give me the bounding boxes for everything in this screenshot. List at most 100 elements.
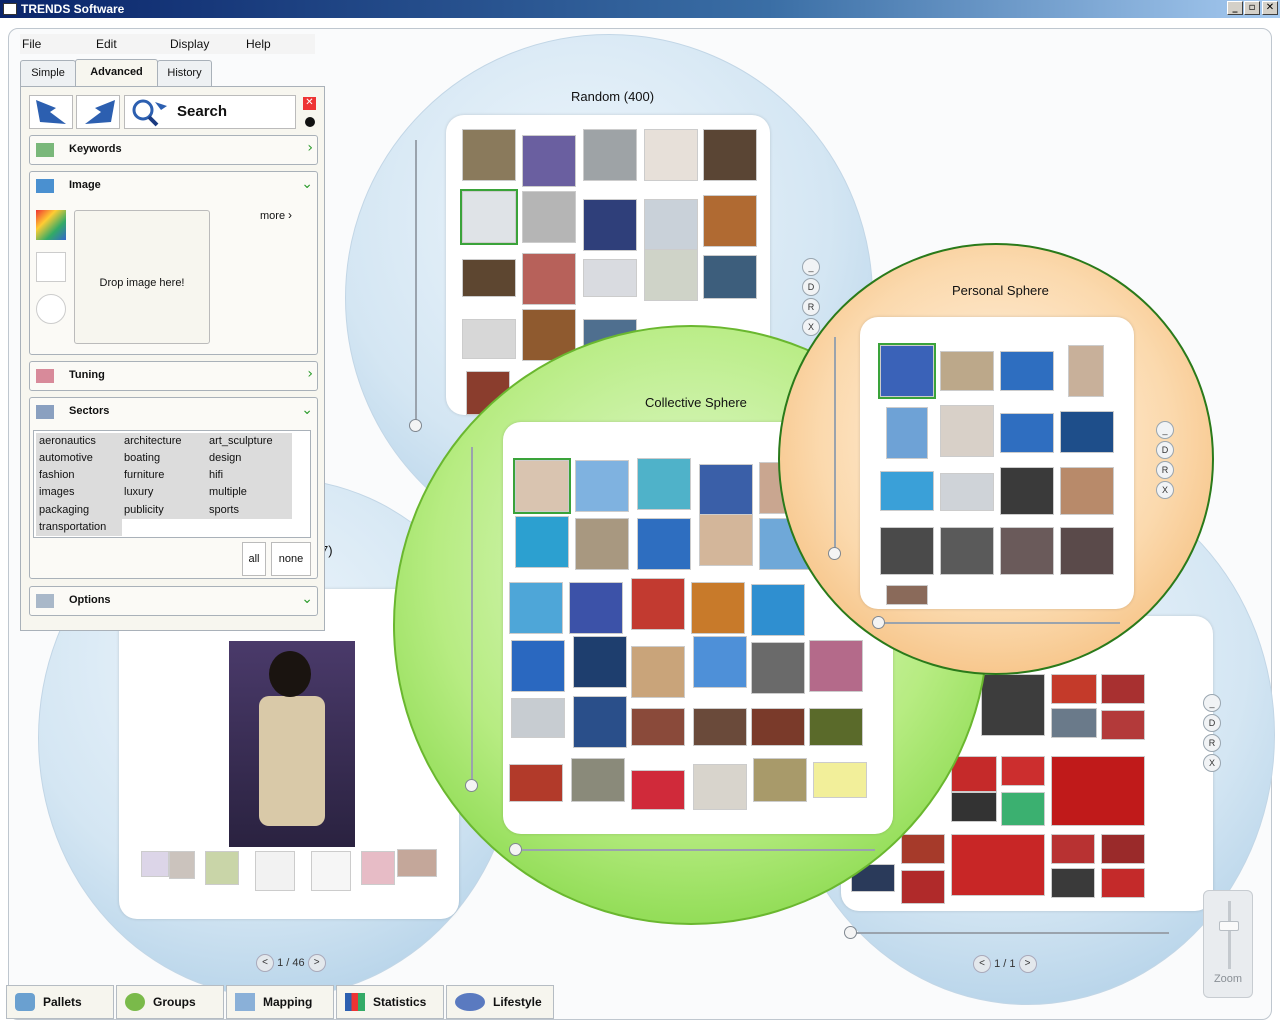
sector-boating[interactable]: boating	[124, 452, 160, 464]
sphere-detach-control[interactable]: D	[1203, 714, 1221, 732]
sphere-close-control[interactable]: X	[1203, 754, 1221, 772]
image-thumbnail[interactable]	[691, 582, 745, 634]
sector-packaging[interactable]: packaging	[39, 504, 89, 516]
sphere-reset-control[interactable]: R	[1156, 461, 1174, 479]
image-thumbnail[interactable]	[575, 460, 629, 512]
image-thumbnail[interactable]	[311, 851, 351, 891]
sector-design[interactable]: design	[209, 452, 241, 464]
options-section[interactable]: Options ⌄	[29, 586, 318, 616]
image-thumbnail[interactable]	[751, 708, 805, 746]
tab-simple[interactable]: Simple	[20, 60, 76, 86]
sphere-close-control[interactable]: X	[1156, 481, 1174, 499]
keywords-section[interactable]: Keywords ›	[29, 135, 318, 165]
image-thumbnail[interactable]	[511, 698, 565, 738]
personal-horizontal-slider[interactable]	[880, 622, 1120, 624]
record-icon[interactable]	[305, 117, 315, 127]
image-thumbnail[interactable]	[1051, 708, 1097, 738]
select-all-button[interactable]: all	[242, 542, 266, 576]
image-section-header[interactable]: Image ⌄	[30, 172, 317, 200]
search-button[interactable]: Search	[124, 95, 296, 129]
back-button[interactable]	[29, 95, 73, 129]
menu-help[interactable]: Help	[246, 37, 271, 51]
shape-icon[interactable]	[36, 294, 66, 324]
image-thumbnail[interactable]	[1051, 868, 1095, 898]
maximize-button[interactable]: ▫	[1244, 1, 1260, 15]
image-thumbnail[interactable]	[753, 758, 807, 802]
image-thumbnail[interactable]	[1001, 792, 1045, 826]
next-page-button[interactable]: >	[307, 954, 326, 973]
chevron-down-icon[interactable]: ⌄	[301, 176, 313, 192]
image-thumbnail[interactable]	[693, 636, 747, 688]
image-thumbnail[interactable]	[951, 834, 1045, 896]
image-thumbnail[interactable]	[571, 758, 625, 802]
image-thumbnail[interactable]	[631, 770, 685, 810]
image-thumbnail[interactable]	[573, 636, 627, 688]
image-thumbnail[interactable]	[940, 527, 994, 575]
image-thumbnail[interactable]	[703, 195, 757, 247]
image-thumbnail[interactable]	[460, 189, 518, 245]
image-thumbnail[interactable]	[631, 578, 685, 630]
image-thumbnail[interactable]	[583, 129, 637, 181]
image-thumbnail[interactable]	[940, 473, 994, 511]
automotive-slider-knob[interactable]	[844, 926, 857, 939]
sphere-minimize-control[interactable]: _	[802, 258, 820, 276]
sphere-detach-control[interactable]: D	[1156, 441, 1174, 459]
sector-luxury[interactable]: luxury	[124, 486, 153, 498]
image-thumbnail[interactable]	[751, 642, 805, 694]
sector-publicity[interactable]: publicity	[124, 504, 164, 516]
image-thumbnail[interactable]	[255, 851, 295, 891]
personal-horizontal-knob[interactable]	[872, 616, 885, 629]
image-thumbnail[interactable]	[886, 407, 928, 459]
sector-hifi[interactable]: hifi	[209, 469, 223, 481]
image-thumbnail[interactable]	[699, 514, 753, 566]
tab-statistics[interactable]: Statistics	[336, 985, 444, 1019]
image-thumbnail[interactable]	[813, 762, 867, 798]
menu-display[interactable]: Display	[170, 37, 209, 51]
image-thumbnail[interactable]	[1000, 467, 1054, 515]
color-palette-icon[interactable]	[36, 210, 66, 240]
image-thumbnail[interactable]	[901, 870, 945, 904]
image-thumbnail[interactable]	[631, 646, 685, 698]
image-thumbnail[interactable]	[169, 851, 195, 879]
chevron-right-icon[interactable]: ›	[307, 140, 313, 156]
random-vertical-slider[interactable]	[415, 140, 417, 432]
image-thumbnail[interactable]	[751, 584, 805, 636]
image-thumbnail[interactable]	[462, 129, 516, 181]
image-thumbnail[interactable]	[644, 129, 698, 181]
image-thumbnail[interactable]	[575, 518, 629, 570]
minimize-button[interactable]: _	[1227, 1, 1243, 15]
image-thumbnail[interactable]	[1051, 834, 1095, 864]
image-thumbnail[interactable]	[940, 405, 994, 457]
image-thumbnail[interactable]	[1101, 834, 1145, 864]
tab-mapping[interactable]: Mapping	[226, 985, 334, 1019]
random-slider-knob[interactable]	[409, 419, 422, 432]
sphere-minimize-control[interactable]: _	[1156, 421, 1174, 439]
image-thumbnail[interactable]	[583, 199, 637, 251]
zoom-track[interactable]	[1228, 901, 1231, 969]
sector-furniture[interactable]: furniture	[124, 469, 164, 481]
image-thumbnail[interactable]	[693, 764, 747, 810]
image-thumbnail[interactable]	[703, 129, 757, 181]
tuning-section[interactable]: Tuning ›	[29, 361, 318, 391]
menu-file[interactable]: File	[22, 37, 41, 51]
image-thumbnail[interactable]	[809, 708, 863, 746]
image-thumbnail[interactable]	[513, 458, 571, 514]
image-thumbnail[interactable]	[462, 319, 516, 359]
sector-sports[interactable]: sports	[209, 504, 239, 516]
image-thumbnail[interactable]	[511, 640, 565, 692]
prev-page-button[interactable]: <	[256, 954, 274, 973]
personal-slider-knob[interactable]	[828, 547, 841, 560]
tab-groups[interactable]: Groups	[116, 985, 224, 1019]
image-thumbnail[interactable]	[573, 696, 627, 748]
collective-horizontal-knob[interactable]	[509, 843, 522, 856]
image-thumbnail[interactable]	[462, 259, 516, 297]
automotive-horizontal-slider[interactable]	[851, 932, 1169, 934]
image-thumbnail[interactable]	[637, 518, 691, 570]
image-thumbnail[interactable]	[205, 851, 239, 885]
image-thumbnail[interactable]	[1000, 527, 1054, 575]
sphere-reset-control[interactable]: R	[1203, 734, 1221, 752]
image-thumbnail[interactable]	[699, 464, 753, 516]
image-thumbnail[interactable]	[569, 582, 623, 634]
image-thumbnail[interactable]	[1060, 467, 1114, 515]
sector-transportation[interactable]: transportation	[39, 521, 106, 533]
